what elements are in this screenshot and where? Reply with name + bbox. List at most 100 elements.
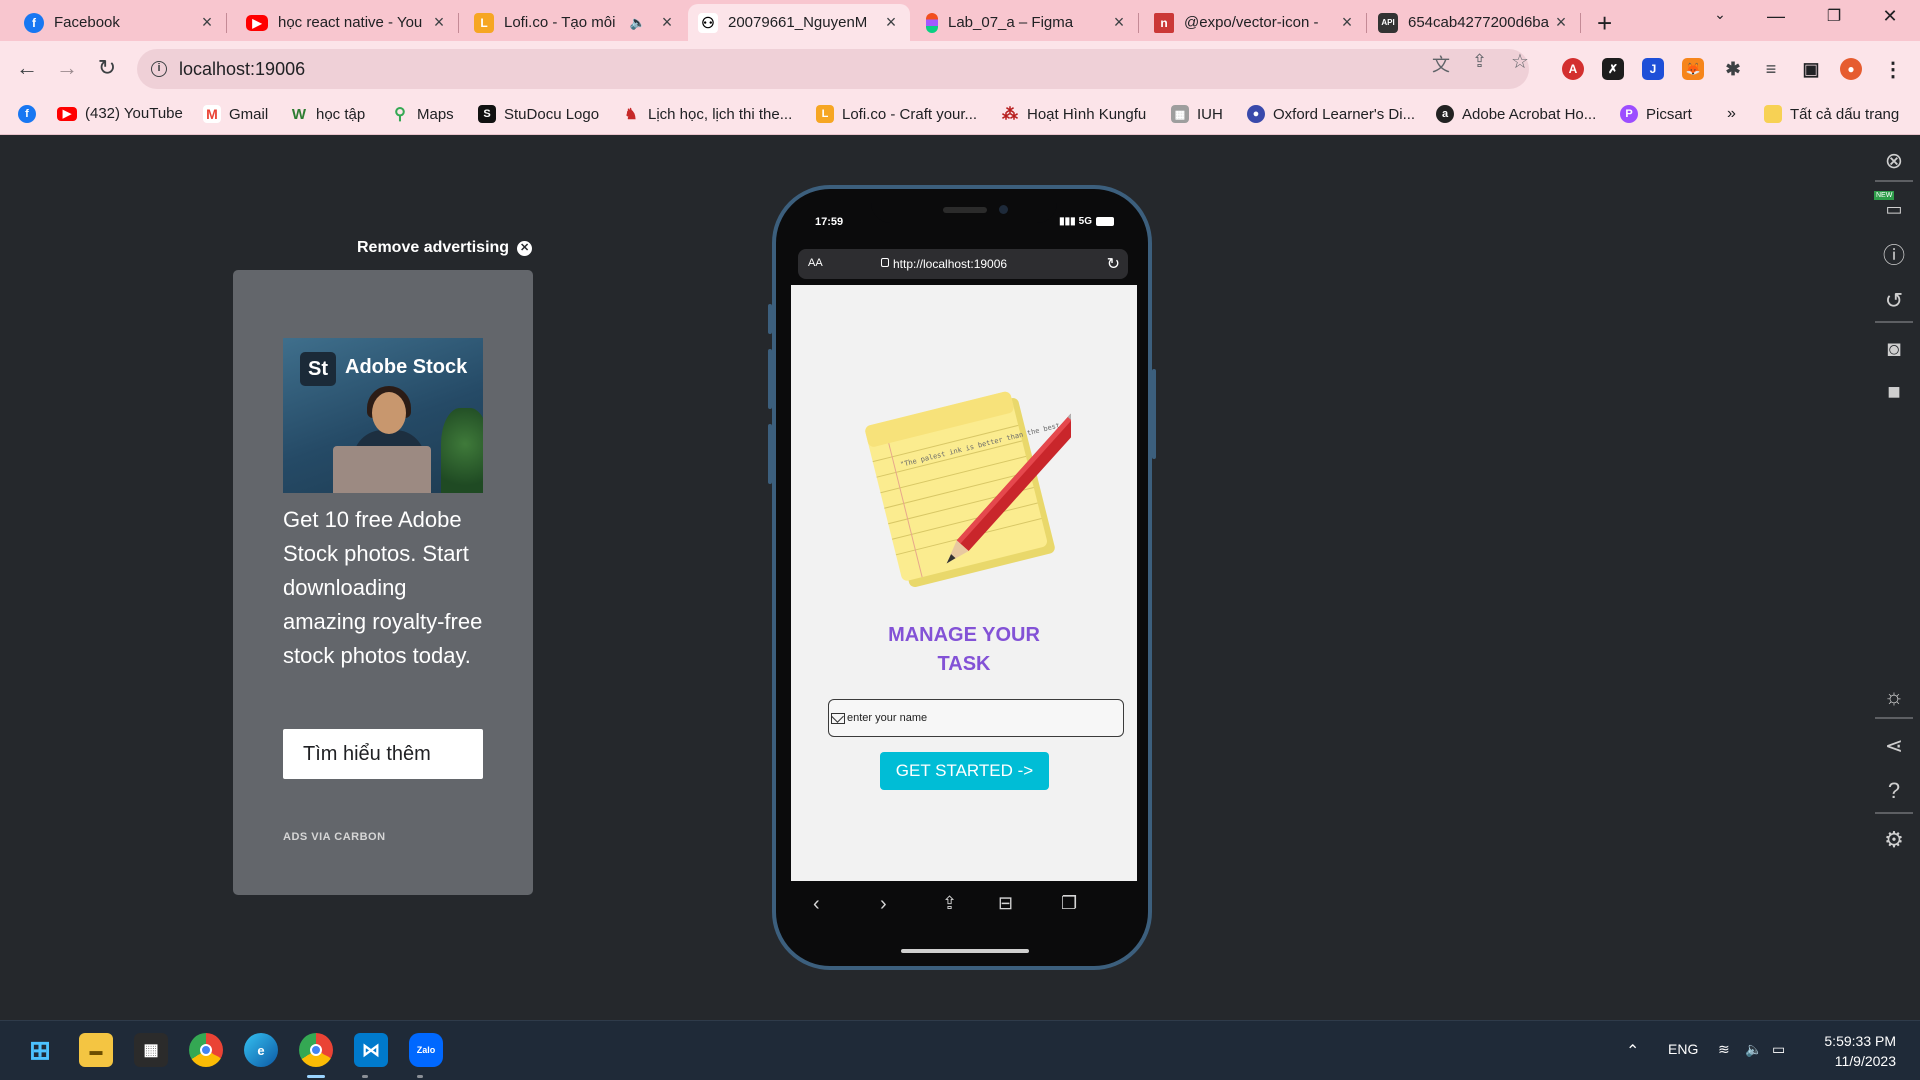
info-icon[interactable]: ⓘ xyxy=(1880,242,1908,270)
share-nodes-icon[interactable]: ⋖ xyxy=(1880,732,1908,760)
tab-expo-active[interactable]: ⚇ 20079661_NguyenM × xyxy=(688,4,910,41)
chrome-icon[interactable] xyxy=(189,1033,223,1067)
reload-icon[interactable]: ↻ xyxy=(92,55,122,81)
ads-via-carbon-link[interactable]: ADS VIA CARBON xyxy=(283,831,386,843)
ad-learn-more-button[interactable]: Tìm hiểu thêm xyxy=(283,729,483,779)
brightness-icon[interactable]: ☼ xyxy=(1880,683,1908,711)
bookmark-facebook[interactable]: f xyxy=(18,105,44,123)
browser-menu-icon[interactable]: ⋮ xyxy=(1882,58,1904,81)
adobe-stock-ad-image[interactable]: St Adobe Stock xyxy=(283,338,483,493)
name-input[interactable] xyxy=(847,712,1107,724)
vscode-icon[interactable]: ⋈ xyxy=(354,1033,388,1067)
muted-speaker-icon[interactable]: 🔈 xyxy=(630,15,646,31)
safari-share-icon[interactable]: ⇪ xyxy=(942,893,957,914)
new-tab-button[interactable]: + xyxy=(1597,8,1612,39)
close-ad-icon[interactable]: ✕ xyxy=(517,240,533,256)
battery-charging-icon[interactable]: ▭ xyxy=(1772,1041,1785,1058)
close-tab-icon[interactable]: × xyxy=(198,12,216,33)
close-preview-icon[interactable]: ⊗ xyxy=(1880,147,1908,175)
safari-bookmarks-icon[interactable]: ⊟ xyxy=(998,893,1013,914)
bookmark-maps[interactable]: ⚲ Maps xyxy=(391,105,454,124)
chrome-profile-icon[interactable] xyxy=(299,1033,333,1067)
windows-start-icon[interactable]: ⊞ xyxy=(23,1033,57,1067)
rotate-icon[interactable]: ↺ xyxy=(1880,287,1908,315)
edge-icon[interactable]: e xyxy=(244,1033,278,1067)
metamask-icon[interactable]: 🦊 xyxy=(1682,58,1704,80)
camera-icon[interactable]: ◙ xyxy=(1880,335,1908,363)
maps-pin-icon: ⚲ xyxy=(394,106,406,123)
tab-figma[interactable]: Lab_07_a – Figma × xyxy=(916,4,1139,41)
adblock-extension-icon[interactable]: A xyxy=(1562,58,1584,80)
tab-api[interactable]: API 654cab4277200d6ba × xyxy=(1368,4,1581,41)
bookmark-lich-hoc[interactable]: ♞ Lịch học, lịch thi the... xyxy=(622,105,792,124)
extension-icon[interactable]: ✗ xyxy=(1602,58,1624,80)
settings-gear-icon[interactable]: ⚙ xyxy=(1880,826,1908,854)
close-tab-icon[interactable]: × xyxy=(430,12,448,33)
iuh-icon: ▦ xyxy=(1171,105,1189,123)
zalo-icon[interactable]: Zalo xyxy=(409,1033,443,1067)
translate-icon[interactable]: 文 xyxy=(1432,51,1450,77)
restore-button[interactable]: ❐ xyxy=(1814,6,1854,26)
bookmark-acrobat[interactable]: a Adobe Acrobat Ho... xyxy=(1436,105,1596,123)
share-icon[interactable]: ⇪ xyxy=(1472,51,1487,72)
safari-back-icon[interactable]: ‹ xyxy=(813,893,820,916)
safari-address-bar[interactable]: AA http://localhost:19006 ↻ xyxy=(798,249,1128,279)
microsoft-store-icon[interactable]: ▦ xyxy=(134,1033,168,1067)
safari-forward-icon[interactable]: › xyxy=(880,893,887,916)
bookmark-iuh[interactable]: ▦ IUH xyxy=(1171,105,1223,123)
ad-description[interactable]: Get 10 free Adobe Stock photos. Start do… xyxy=(283,503,493,673)
close-tab-icon[interactable]: × xyxy=(1110,12,1128,33)
bookmark-star-icon[interactable]: ☆ xyxy=(1511,49,1529,74)
tab-search-chevron-icon[interactable]: ⌄ xyxy=(1700,6,1740,23)
remove-advertising-link[interactable]: Remove advertising ✕ xyxy=(357,239,533,257)
safari-url[interactable]: http://localhost:19006 xyxy=(893,257,1007,271)
taskbar-clock[interactable]: 5:59:33 PM 11/9/2023 xyxy=(1818,1031,1896,1071)
tray-chevron-icon[interactable]: ⌃ xyxy=(1626,1041,1639,1061)
bookmark-oxford[interactable]: ● Oxford Learner's Di... xyxy=(1247,105,1415,123)
bookmark-gmail[interactable]: M Gmail xyxy=(203,105,268,123)
bookmark-studocu[interactable]: S StuDocu Logo xyxy=(478,105,599,123)
profile-avatar[interactable]: ● xyxy=(1840,58,1862,80)
tab-facebook[interactable]: f Facebook × xyxy=(14,4,227,41)
safari-reload-icon[interactable]: ↻ xyxy=(1107,254,1120,274)
side-panel-icon[interactable]: ▣ xyxy=(1800,58,1822,80)
bookmark-kungfu[interactable]: ⁂ Hoạt Hình Kungfu xyxy=(1001,105,1146,124)
device-switch-icon[interactable]: ▭ NEW xyxy=(1874,191,1908,223)
bookmark-lofi[interactable]: L Lofi.co - Craft your... xyxy=(816,105,977,123)
close-window-button[interactable]: ✕ xyxy=(1870,6,1910,27)
more-bookmarks-label: » xyxy=(1727,105,1736,122)
help-icon[interactable]: ? xyxy=(1880,777,1908,805)
volume-icon[interactable]: 🔈 xyxy=(1745,1041,1762,1058)
media-queue-icon[interactable]: ≡ xyxy=(1760,58,1782,80)
text-size-button[interactable]: AA xyxy=(808,257,823,269)
all-bookmarks-folder[interactable]: Tất cả dấu trang xyxy=(1764,105,1899,123)
close-tab-icon[interactable]: × xyxy=(1338,12,1356,33)
phone-power-button xyxy=(1152,369,1156,459)
close-tab-icon[interactable]: × xyxy=(1552,12,1570,33)
bookmark-youtube[interactable]: ▶ (432) YouTube xyxy=(57,105,183,122)
site-info-icon[interactable]: i xyxy=(151,61,167,77)
minimize-button[interactable]: — xyxy=(1756,6,1796,27)
address-url[interactable]: localhost:19006 xyxy=(179,59,305,80)
forward-arrow-icon[interactable]: → xyxy=(52,55,82,81)
bookmark-hoc-tap[interactable]: Whọc tập xyxy=(290,105,365,123)
puzzle-icon[interactable]: ✱ xyxy=(1722,58,1744,80)
bookmark-picsart[interactable]: P Picsart xyxy=(1620,105,1692,123)
close-tab-icon[interactable]: × xyxy=(882,12,900,33)
safari-tabs-icon[interactable]: ❐ xyxy=(1061,893,1077,914)
close-tab-icon[interactable]: × xyxy=(658,12,676,33)
input-language[interactable]: ENG xyxy=(1668,1041,1698,1057)
tab-lofi[interactable]: L Lofi.co - Tạo môi 🔈 × xyxy=(464,4,686,41)
file-explorer-icon[interactable]: ▬ xyxy=(79,1033,113,1067)
tab-npm[interactable]: n @expo/vector-icon - × xyxy=(1144,4,1367,41)
tab-title: @expo/vector-icon - xyxy=(1184,14,1319,31)
address-bar[interactable]: i localhost:19006 xyxy=(137,49,1529,89)
get-started-button[interactable]: GET STARTED -> xyxy=(880,752,1049,790)
name-field[interactable] xyxy=(828,699,1124,737)
extension-j-icon[interactable]: J xyxy=(1642,58,1664,80)
tab-youtube[interactable]: ▶ học react native - You × xyxy=(236,4,459,41)
video-camera-icon[interactable]: ■ xyxy=(1880,378,1908,406)
wifi-icon[interactable]: ≋ xyxy=(1718,1041,1730,1058)
back-arrow-icon[interactable]: ← xyxy=(12,55,42,81)
more-bookmarks-chevron[interactable]: » xyxy=(1727,105,1736,123)
